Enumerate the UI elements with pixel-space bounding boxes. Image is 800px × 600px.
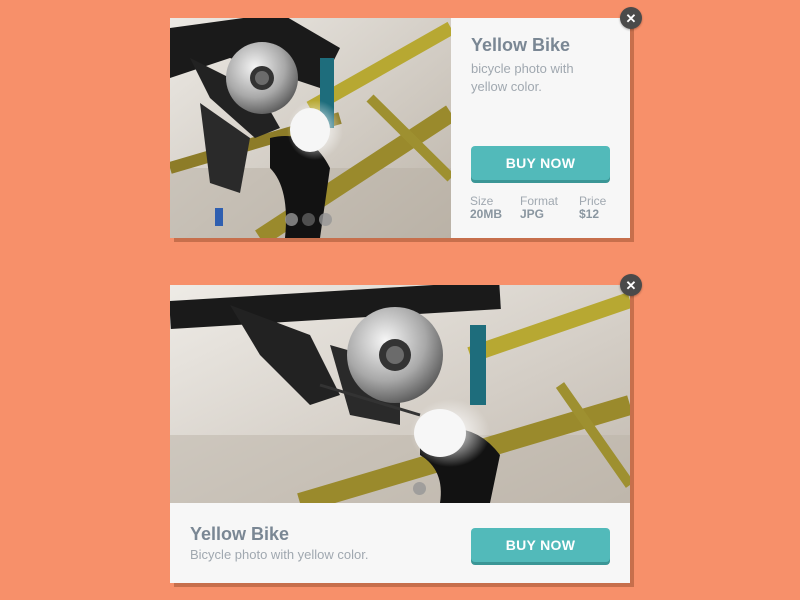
slider-dots xyxy=(413,482,426,495)
slider-dot-active[interactable] xyxy=(302,213,315,226)
meta-value: JPG xyxy=(520,207,545,221)
meta-price: Price $12 xyxy=(579,195,606,221)
meta-format: Format JPG xyxy=(520,195,558,221)
card-description: bicycle photo with yellow color. xyxy=(471,61,574,94)
close-icon[interactable]: ✕ xyxy=(620,7,642,29)
bicycle-photo-illustration xyxy=(170,285,630,503)
buy-now-button[interactable]: BUY NOW xyxy=(471,528,610,562)
close-icon[interactable]: ✕ xyxy=(620,274,642,296)
slider-dot[interactable] xyxy=(285,213,298,226)
card-description: Bicycle photo with yellow color. xyxy=(190,547,369,562)
slider-dot[interactable] xyxy=(319,213,332,226)
slider-dot[interactable] xyxy=(413,482,426,495)
meta-value: 20MB xyxy=(470,207,503,221)
slider-dots xyxy=(285,213,332,226)
bicycle-photo xyxy=(170,18,451,238)
card-title: Yellow Bike xyxy=(471,35,571,55)
buy-now-button[interactable]: BUY NOW xyxy=(471,146,610,180)
product-card-horizontal: Yellow Bike bicycle photo with yellow co… xyxy=(170,18,630,238)
bicycle-photo xyxy=(170,285,630,503)
card-title: Yellow Bike xyxy=(190,524,290,544)
product-card-vertical: Yellow Bike Bicycle photo with yellow co… xyxy=(170,285,630,583)
meta-size: Size 20MB xyxy=(470,195,502,221)
bicycle-photo-illustration xyxy=(170,18,451,238)
meta-value: $12 xyxy=(579,207,600,221)
